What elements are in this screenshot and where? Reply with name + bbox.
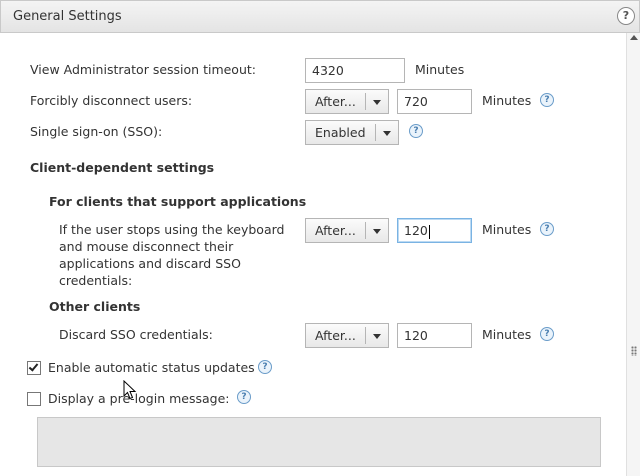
force-disconnect-label: Forcibly disconnect users:	[30, 93, 193, 108]
discard-sso-label: Discard SSO credentials:	[59, 327, 213, 342]
prelogin-message-textarea[interactable]	[37, 417, 601, 467]
dialog-titlebar: General Settings ?	[0, 0, 640, 33]
sso-select[interactable]: Enabled	[305, 120, 399, 145]
select-separator	[375, 124, 376, 141]
force-disconnect-unit: Minutes	[482, 93, 532, 108]
apps-disconnect-input[interactable]: 120	[397, 218, 472, 243]
sso-label: Single sign-on (SSO):	[30, 124, 163, 139]
help-icon[interactable]: ?	[617, 7, 635, 25]
discard-sso-select-value: After...	[315, 328, 356, 343]
prelogin-label: Display a pre-login message:	[48, 391, 230, 406]
apps-clients-heading: For clients that support applications	[49, 194, 307, 209]
select-separator	[365, 222, 366, 239]
chevron-down-icon	[373, 229, 381, 234]
discard-sso-input[interactable]: 120	[397, 323, 472, 348]
dialog-title: General Settings	[13, 9, 122, 24]
scroll-up-arrow-icon[interactable]	[630, 35, 638, 40]
other-clients-heading: Other clients	[49, 299, 141, 314]
select-separator	[365, 93, 366, 110]
apps-label-line-1: If the user stops using the keyboard	[59, 222, 285, 237]
question-icon[interactable]: ?	[237, 390, 251, 404]
question-icon[interactable]: ?	[540, 222, 554, 236]
apps-label-line-3: applications and discard SSO	[59, 256, 241, 271]
status-updates-checkbox[interactable]	[27, 361, 41, 375]
sso-select-value: Enabled	[315, 125, 366, 140]
force-disconnect-select-value: After...	[315, 94, 356, 109]
force-disconnect-input[interactable]: 720	[397, 89, 472, 114]
question-icon[interactable]: ?	[540, 327, 554, 341]
client-settings-heading: Client-dependent settings	[30, 160, 215, 175]
apps-label-line-2: and mouse disconnect their	[59, 239, 234, 254]
apps-disconnect-select[interactable]: After...	[305, 218, 389, 243]
select-separator	[365, 327, 366, 344]
mouse-pointer-icon	[123, 380, 137, 400]
apps-disconnect-select-value: After...	[315, 223, 356, 238]
checkmark-icon	[28, 361, 39, 372]
session-timeout-label: View Administrator session timeout:	[30, 62, 256, 77]
apps-disconnect-value: 120	[404, 223, 428, 238]
question-icon[interactable]: ?	[258, 360, 272, 374]
chevron-down-icon	[373, 100, 381, 105]
apps-disconnect-unit: Minutes	[482, 222, 532, 237]
resize-grip-icon[interactable]	[631, 346, 637, 356]
vertical-scrollbar[interactable]	[626, 33, 640, 476]
chevron-down-icon	[383, 131, 391, 136]
question-icon[interactable]: ?	[409, 124, 423, 138]
discard-sso-unit: Minutes	[482, 327, 532, 342]
force-disconnect-select[interactable]: After...	[305, 89, 389, 114]
session-timeout-unit: Minutes	[415, 62, 465, 77]
text-caret	[428, 224, 430, 239]
chevron-down-icon	[373, 334, 381, 339]
status-updates-label: Enable automatic status updates	[48, 360, 255, 375]
question-icon[interactable]: ?	[540, 93, 554, 107]
apps-label-line-4: credentials:	[59, 273, 133, 288]
discard-sso-select[interactable]: After...	[305, 323, 389, 348]
prelogin-checkbox[interactable]	[27, 392, 41, 406]
session-timeout-input[interactable]: 4320	[305, 58, 405, 83]
